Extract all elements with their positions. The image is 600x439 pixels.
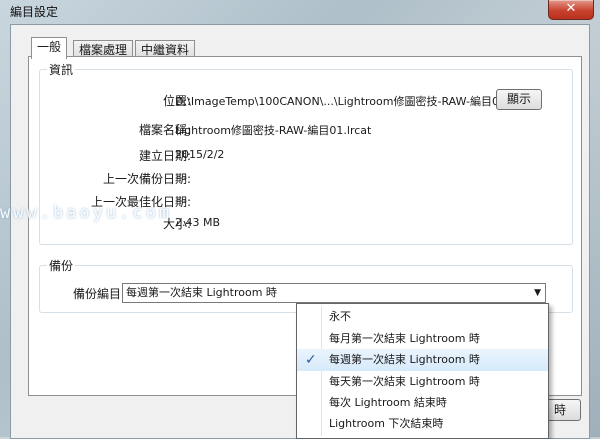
dropdown-option-monthly[interactable]: 每月第一次結束 Lightroom 時 [297, 328, 548, 350]
filename-value: Lightroom修圖密技-RAW-編目01.lrcat [175, 124, 372, 137]
checkmark-icon: ✓ [305, 352, 317, 368]
size-value: 2.43 MB [175, 216, 221, 229]
tab-general-label: 一般 [37, 40, 62, 54]
dropdown-option-weekly[interactable]: ✓ 每週第一次結束 Lightroom 時 [297, 349, 548, 371]
ok-button-label: 時 [553, 403, 566, 417]
backup-frequency-value: 每週第一次結束 Lightroom 時 [126, 286, 277, 299]
option-label: 每月第一次結束 Lightroom 時 [329, 332, 480, 345]
created-date-value: 2015/2/2 [175, 148, 225, 161]
option-label: Lightroom 下次結束時 [329, 417, 444, 430]
dropdown-option-never[interactable]: 永不 [297, 306, 548, 328]
dropdown-option-daily[interactable]: 每天第一次結束 Lightroom 時 [297, 371, 548, 393]
backup-frequency-dropdown: 永不 每月第一次結束 Lightroom 時 ✓ 每週第一次結束 Lightro… [296, 303, 549, 439]
dropdown-option-every-exit[interactable]: 每次 Lightroom 結束時 [297, 392, 548, 414]
backup-catalog-label: 備份編目: [72, 287, 125, 301]
close-button[interactable]: ✕ [548, 0, 594, 20]
show-button[interactable]: 顯示 [496, 89, 542, 110]
tab-general[interactable]: 一般 [31, 37, 68, 59]
dropdown-option-next-exit[interactable]: Lightroom 下次結束時 [297, 413, 548, 435]
last-backup-value: --- [175, 171, 187, 184]
backup-group-label: 備份 [47, 257, 76, 274]
backup-frequency-select[interactable]: 每週第一次結束 Lightroom 時 ▼ [122, 283, 546, 303]
location-value: D:\ImageTemp\100CANON\...\Lightroom修圖密技-… [175, 95, 506, 108]
chevron-down-icon: ▼ [534, 288, 541, 298]
close-icon: ✕ [565, 1, 577, 16]
option-label: 每天第一次結束 Lightroom 時 [329, 375, 480, 388]
tab-file-handling-label: 檔案處理 [79, 43, 128, 57]
window-title: 編目設定 [10, 5, 59, 19]
option-label: 每次 Lightroom 結束時 [329, 396, 447, 409]
last-optimized-value: --- [175, 194, 187, 207]
watermark: www.baoyu.com [0, 203, 173, 223]
tab-metadata-label: 中繼資料 [141, 43, 190, 57]
option-label: 每週第一次結束 Lightroom 時 [329, 353, 480, 366]
option-label: 永不 [329, 310, 351, 323]
info-group-label: 資訊 [47, 61, 76, 78]
